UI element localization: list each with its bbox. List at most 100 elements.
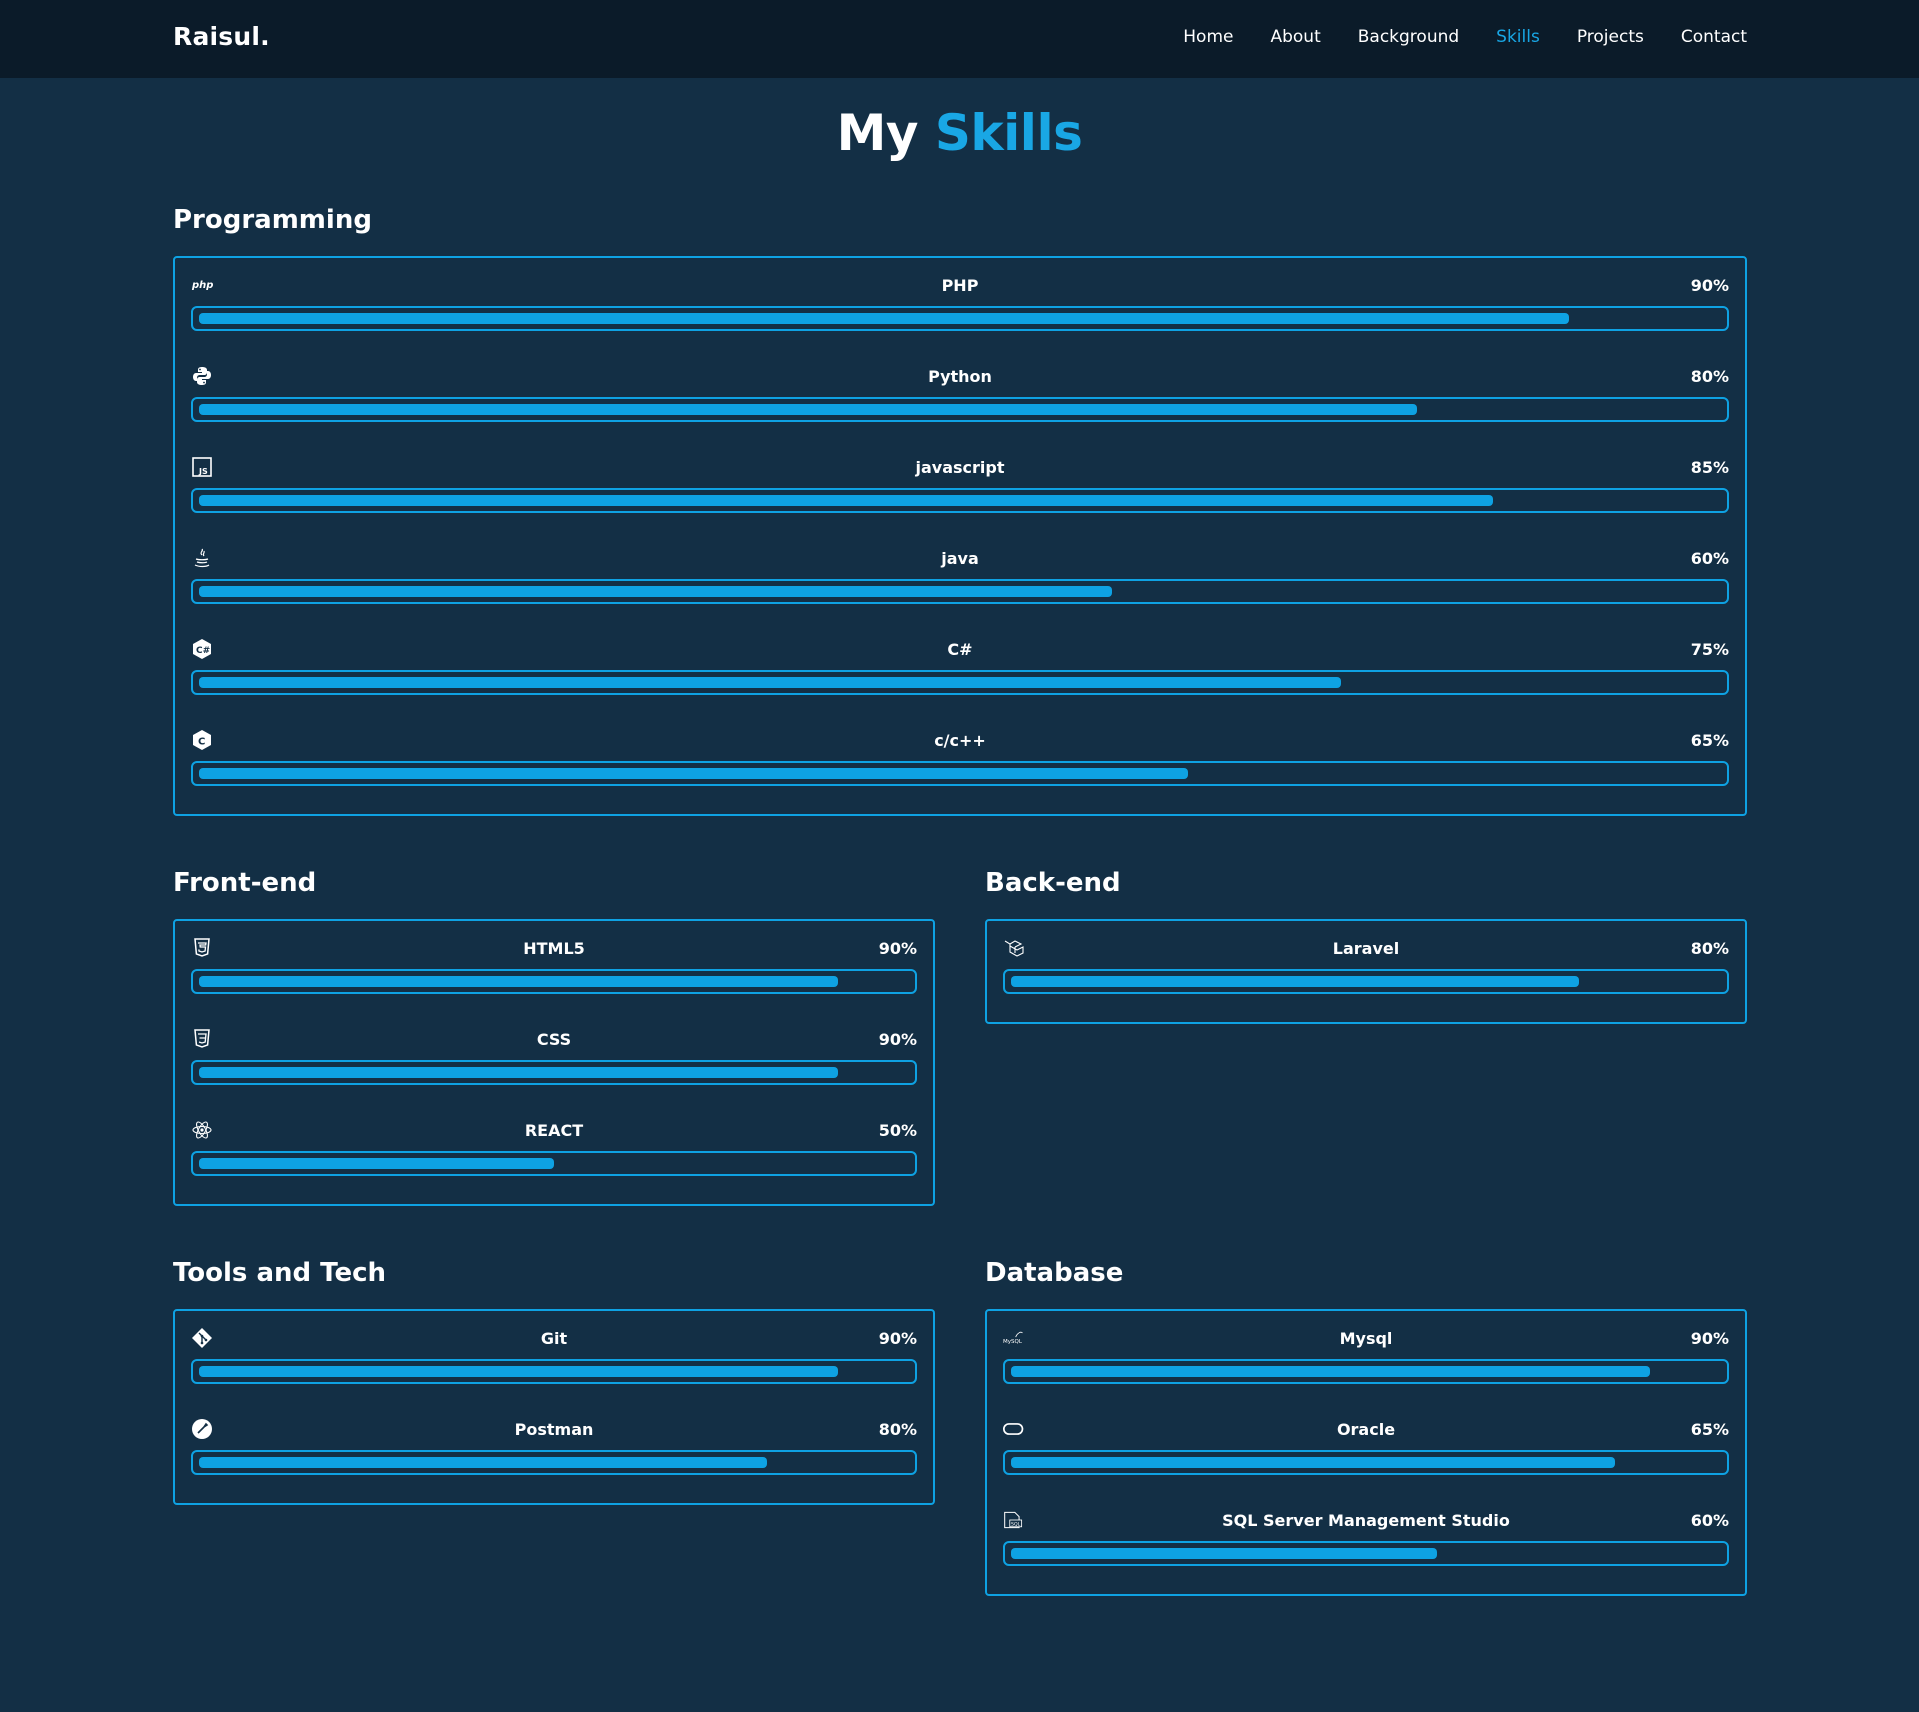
progress-bar-track [191,488,1729,513]
nav-link-about[interactable]: About [1270,27,1320,47]
skill-percent: 50% [878,1121,917,1140]
section-title-tools: Tools and Tech [173,1258,387,1288]
skill-percent: 80% [1690,939,1729,958]
progress-bar-fill [199,1366,838,1377]
skill-percent: 90% [1690,276,1729,295]
progress-bar-track [191,397,1729,422]
skill-name: HTML5 [523,939,585,958]
progress-bar-fill [1011,1457,1615,1468]
skill-name: REACT [524,1121,584,1140]
progress-bar-track [1003,1541,1729,1566]
nav-link-projects[interactable]: Projects [1577,27,1644,47]
progress-bar-fill [199,768,1189,779]
skill-java: java 60% [191,547,1729,638]
nav-links: Home About Background Skills Projects Co… [1183,27,1747,47]
navbar: Raisul. Home About Background Skills Pro… [0,0,1919,78]
logo[interactable]: Raisul. [173,22,270,51]
skill-percent: 90% [878,1030,917,1049]
progress-bar-fill [199,404,1417,415]
nav-link-skills[interactable]: Skills [1496,27,1540,47]
skill-name: Mysql [1339,1329,1393,1348]
skill-percent: 75% [1690,640,1729,659]
skill-header: Python 80% [191,365,1729,388]
skill-name: java [941,549,979,568]
skill-percent: 60% [1690,549,1729,568]
progress-bar-track [191,306,1729,331]
skill-percent: 65% [1690,731,1729,750]
skill-git: Git 90% [191,1327,917,1418]
skill-sql-server-management-studio: SQL SQL Server Management Studio 60% [1003,1509,1729,1600]
skill-name: C# [947,640,973,659]
nav-link-background[interactable]: Background [1358,27,1459,47]
skill-name: Oracle [1336,1420,1396,1439]
skill-name: Postman [514,1420,594,1439]
skill-header: SQL SQL Server Management Studio 60% [1003,1509,1729,1532]
skill-name: Git [540,1329,568,1348]
programming-card: php PHP 90% Python 80% JS javascript 85% java 60%… [173,256,1747,816]
skill-percent: 90% [878,939,917,958]
skill-html5: HTML5 90% [191,937,917,1028]
page-title-word-skills: Skills [934,104,1083,162]
progress-bar-track [191,1359,917,1384]
page-title: My Skills [0,104,1919,162]
skill-header: Cc/c++ 65% [191,729,1729,752]
section-title-frontend: Front-end [173,868,317,898]
skill-mysql: MySQL Mysql 90% [1003,1327,1729,1418]
skill-header: MySQL Mysql 90% [1003,1327,1729,1350]
skill-header: JS javascript 85% [191,456,1729,479]
tools-card: Git 90% Postman 80% [173,1309,935,1505]
skill-name: PHP [941,276,979,295]
skill-name: SQL Server Management Studio [1222,1511,1510,1530]
skill-oracle: Oracle 65% [1003,1418,1729,1509]
progress-bar-fill [1011,1548,1437,1559]
progress-bar-track [1003,969,1729,994]
progress-bar-track [191,1060,917,1085]
skill-percent: 60% [1690,1511,1729,1530]
skill-header: Oracle 65% [1003,1418,1729,1441]
skill-header: CSS 90% [191,1028,917,1051]
skill-percent: 80% [1690,367,1729,386]
database-card: MySQL Mysql 90% Oracle 65% SQL SQL Server Mana… [985,1309,1747,1596]
progress-bar-track [191,969,917,994]
skill-header: REACT 50% [191,1119,917,1142]
section-title-programming: Programming [173,205,372,235]
skill-name: CSS [536,1030,572,1049]
section-title-database: Database [985,1258,1124,1288]
skill-c: C# C# 75% [191,638,1729,729]
skill-header: Git 90% [191,1327,917,1350]
skill-header: php PHP 90% [191,274,1729,297]
progress-bar-track [1003,1359,1729,1384]
progress-bar-fill [199,495,1493,506]
nav-link-contact[interactable]: Contact [1681,27,1747,47]
skill-percent: 90% [1690,1329,1729,1348]
progress-bar-fill [1011,1366,1650,1377]
skill-percent: 80% [878,1420,917,1439]
page-title-word-my: My [836,104,919,162]
skill-header: C# C# 75% [191,638,1729,661]
progress-bar-fill [199,976,838,987]
skill-javascript: JS javascript 85% [191,456,1729,547]
skill-c-c: Cc/c++ 65% [191,729,1729,820]
skill-python: Python 80% [191,365,1729,456]
backend-card: Laravel 80% [985,919,1747,1024]
progress-bar-track [191,579,1729,604]
progress-bar-fill [199,313,1569,324]
progress-bar-track [191,1151,917,1176]
skill-css: CSS 90% [191,1028,917,1119]
progress-bar-track [191,1450,917,1475]
nav-link-home[interactable]: Home [1183,27,1233,47]
skill-postman: Postman 80% [191,1418,917,1509]
progress-bar-track [191,761,1729,786]
section-title-backend: Back-end [985,868,1121,898]
skill-percent: 90% [878,1329,917,1348]
progress-bar-fill [199,677,1341,688]
skill-name: c/c++ [934,731,986,750]
skill-name: javascript [915,458,1005,477]
skill-percent: 85% [1690,458,1729,477]
skill-header: java 60% [191,547,1729,570]
frontend-card: HTML5 90% CSS 90% REACT 50% [173,919,935,1206]
progress-bar-fill [199,1457,767,1468]
skill-php: php PHP 90% [191,274,1729,365]
skill-react: REACT 50% [191,1119,917,1210]
progress-bar-fill [199,1067,838,1078]
